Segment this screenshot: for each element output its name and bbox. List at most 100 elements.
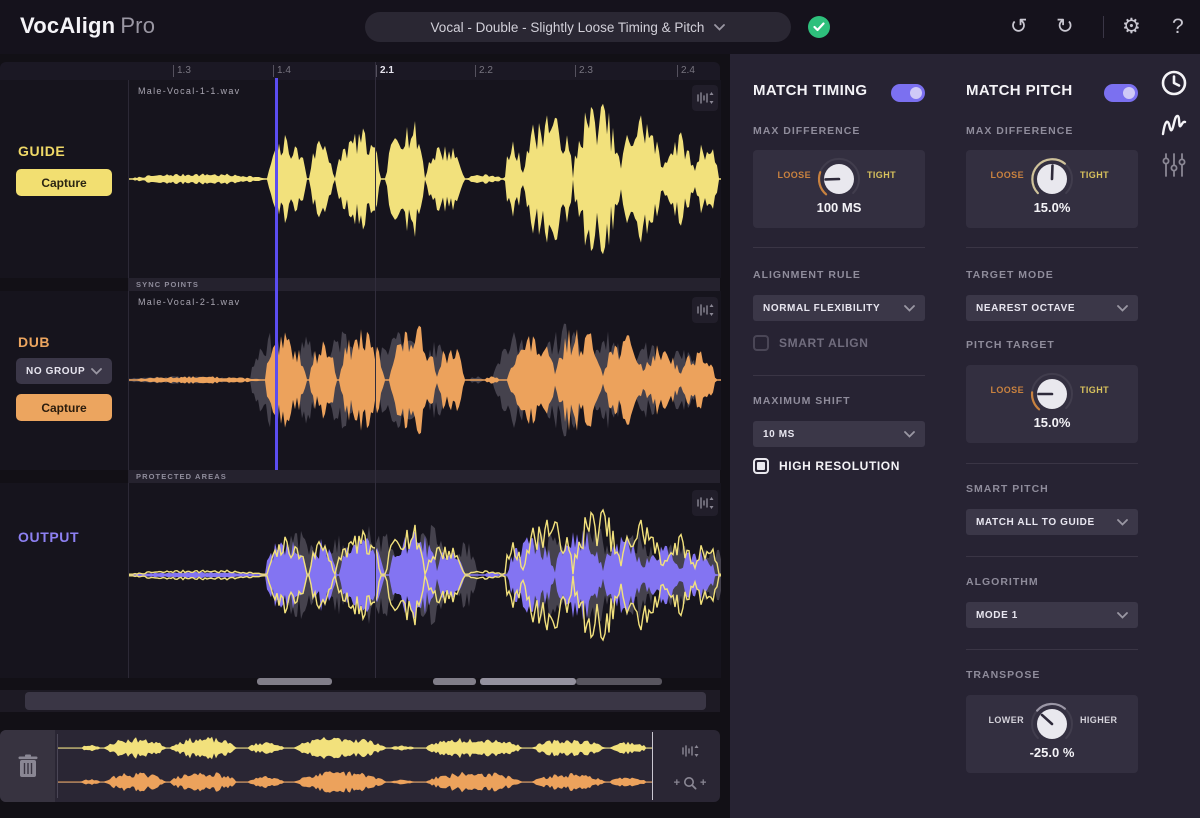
section-divider [966, 649, 1138, 650]
target-mode-label: TARGET MODE [966, 269, 1054, 281]
maximum-shift-value: 10 MS [763, 428, 795, 440]
timing-view-button[interactable] [1158, 67, 1190, 99]
overview-panel[interactable]: + + [0, 730, 720, 802]
timing-max-difference-label: MAX DIFFERENCE [753, 125, 861, 137]
dub-vertical-zoom-button[interactable] [692, 297, 718, 323]
checkbox-icon [753, 335, 769, 351]
pitch-target-knob[interactable]: LOOSE TIGHT 15.0% [966, 365, 1138, 443]
sliders-icon [1162, 153, 1186, 177]
pitch-max-difference-knob[interactable]: LOOSE TIGHT 15.0% [966, 150, 1138, 228]
protected-areas-label: PROTECTED AREAS [136, 472, 227, 481]
guide-file-name: Male-Vocal-1-1.wav [138, 86, 241, 96]
toggle-knob [1123, 87, 1135, 99]
scrollbar-thumb[interactable] [25, 692, 706, 710]
protected-areas-strip[interactable]: PROTECTED AREAS [128, 470, 720, 483]
dub-capture-button[interactable]: Capture [16, 394, 112, 421]
target-mode-dropdown[interactable]: NEAREST OCTAVE [966, 295, 1138, 321]
dub-file-name: Male-Vocal-2-1.wav [138, 297, 241, 307]
timeline-ruler[interactable]: 1.3 1.4 2.1 2.2 2.3 2.4 [128, 62, 720, 80]
ruler-tick-label: 1.3 [177, 65, 191, 76]
smart-pitch-dropdown[interactable]: MATCH ALL TO GUIDE [966, 509, 1138, 535]
alignment-rule-dropdown[interactable]: NORMAL FLEXIBILITY [753, 295, 925, 321]
undo-icon[interactable]: ↺ [1010, 14, 1028, 40]
settings-mixer-button[interactable] [1158, 149, 1190, 181]
guide-capture-button[interactable]: Capture [16, 169, 112, 196]
segment-pill [480, 678, 576, 685]
knob-min-label: LOOSE [777, 170, 811, 180]
clock-icon [1161, 70, 1187, 96]
redo-icon[interactable]: ↻ [1056, 14, 1074, 40]
waveform-workspace: 1.3 1.4 2.1 2.2 2.3 2.4 GUIDE Capture DUB NO … [0, 54, 735, 818]
ruler-tick-label: 2.4 [681, 65, 695, 76]
maximum-shift-dropdown[interactable]: 10 MS [753, 421, 925, 447]
waveform-zoom-icon [697, 304, 714, 316]
section-divider [966, 556, 1138, 557]
checkbox-checked-icon [753, 458, 769, 474]
knob-value: 15.0% [1033, 414, 1071, 430]
guide-waveform [129, 103, 721, 255]
match-pitch-toggle[interactable] [1104, 84, 1138, 102]
ruler-tick-label: 1.4 [277, 65, 291, 76]
bar-gridline [375, 62, 376, 678]
output-waveform-row[interactable] [128, 483, 735, 678]
segment-pill [257, 678, 332, 685]
pitch-target-label: PITCH TARGET [966, 339, 1055, 351]
pitch-trace-view-button[interactable] [1158, 109, 1190, 141]
overview-dub-waveform [58, 771, 652, 793]
timing-max-difference-knob[interactable]: LOOSE TIGHT 100 MS [753, 150, 925, 228]
knob-icon[interactable] [1028, 155, 1076, 203]
preset-saved-check-icon [808, 16, 830, 38]
knob-min-label: LOOSE [990, 170, 1024, 180]
brand-name: VocAlign [20, 13, 116, 38]
app-logo: VocAlign Pro [20, 13, 155, 39]
pitch-max-difference-label: MAX DIFFERENCE [966, 125, 1074, 137]
waveform-zoom-icon [682, 745, 699, 757]
guide-waveform-row[interactable] [128, 80, 721, 278]
gear-icon[interactable]: ⚙ [1122, 14, 1141, 40]
chevron-down-icon [714, 23, 726, 31]
algorithm-dropdown[interactable]: MODE 1 [966, 602, 1138, 628]
segment-pill [433, 678, 476, 685]
output-vertical-zoom-button[interactable] [692, 490, 718, 516]
transpose-knob[interactable]: LOWER HIGHER -25.0 % [966, 695, 1138, 773]
transpose-label: TRANSPOSE [966, 669, 1041, 681]
segment-pill [576, 678, 662, 685]
dub-waveform [114, 323, 721, 437]
dub-group-dropdown[interactable]: NO GROUP [16, 358, 112, 384]
zoom-out-icon[interactable]: + [674, 777, 680, 789]
horizontal-scrollbar[interactable] [0, 690, 720, 712]
overview-playhead[interactable] [652, 732, 653, 800]
ruler-pad [0, 62, 128, 80]
chevron-down-icon [904, 304, 915, 312]
top-bar: VocAlign Pro Vocal - Double - Slightly Lo… [0, 0, 1200, 54]
match-pitch-title: MATCH PITCH [966, 82, 1073, 99]
clear-audio-button[interactable] [0, 730, 55, 802]
knob-value: 15.0% [1033, 199, 1071, 215]
knob-icon[interactable] [1028, 700, 1076, 748]
guide-track-title: GUIDE [18, 143, 66, 159]
toggle-knob [910, 87, 922, 99]
preset-selector[interactable]: Vocal - Double - Slightly Loose Timing &… [365, 12, 791, 42]
preset-value: Vocal - Double - Slightly Loose Timing &… [430, 19, 705, 35]
playhead[interactable] [275, 78, 278, 470]
smart-align-checkbox[interactable]: SMART ALIGN [753, 335, 868, 351]
high-resolution-checkbox[interactable]: HIGH RESOLUTION [753, 458, 900, 474]
track-header-gap [0, 470, 128, 483]
magnifier-icon [684, 777, 697, 790]
algorithm-value: MODE 1 [976, 609, 1018, 621]
knob-icon[interactable] [815, 155, 863, 203]
zoom-in-icon[interactable]: + [700, 777, 706, 789]
knob-icon[interactable] [1028, 370, 1076, 418]
sync-points-strip[interactable]: SYNC POINTS [128, 278, 720, 291]
ruler-tick-label: 2.3 [579, 65, 593, 76]
match-timing-toggle[interactable] [891, 84, 925, 102]
guide-vertical-zoom-button[interactable] [692, 85, 718, 111]
dub-waveform-row[interactable] [114, 291, 721, 470]
chevron-down-icon [1117, 304, 1128, 312]
knob-min-label: LOWER [988, 715, 1024, 725]
overview-horizontal-zoom-control[interactable]: + + [664, 768, 716, 798]
help-icon[interactable]: ? [1172, 14, 1184, 40]
trash-icon [18, 754, 37, 777]
overview-vertical-zoom-button[interactable] [664, 736, 716, 766]
match-timing-title: MATCH TIMING [753, 82, 868, 99]
